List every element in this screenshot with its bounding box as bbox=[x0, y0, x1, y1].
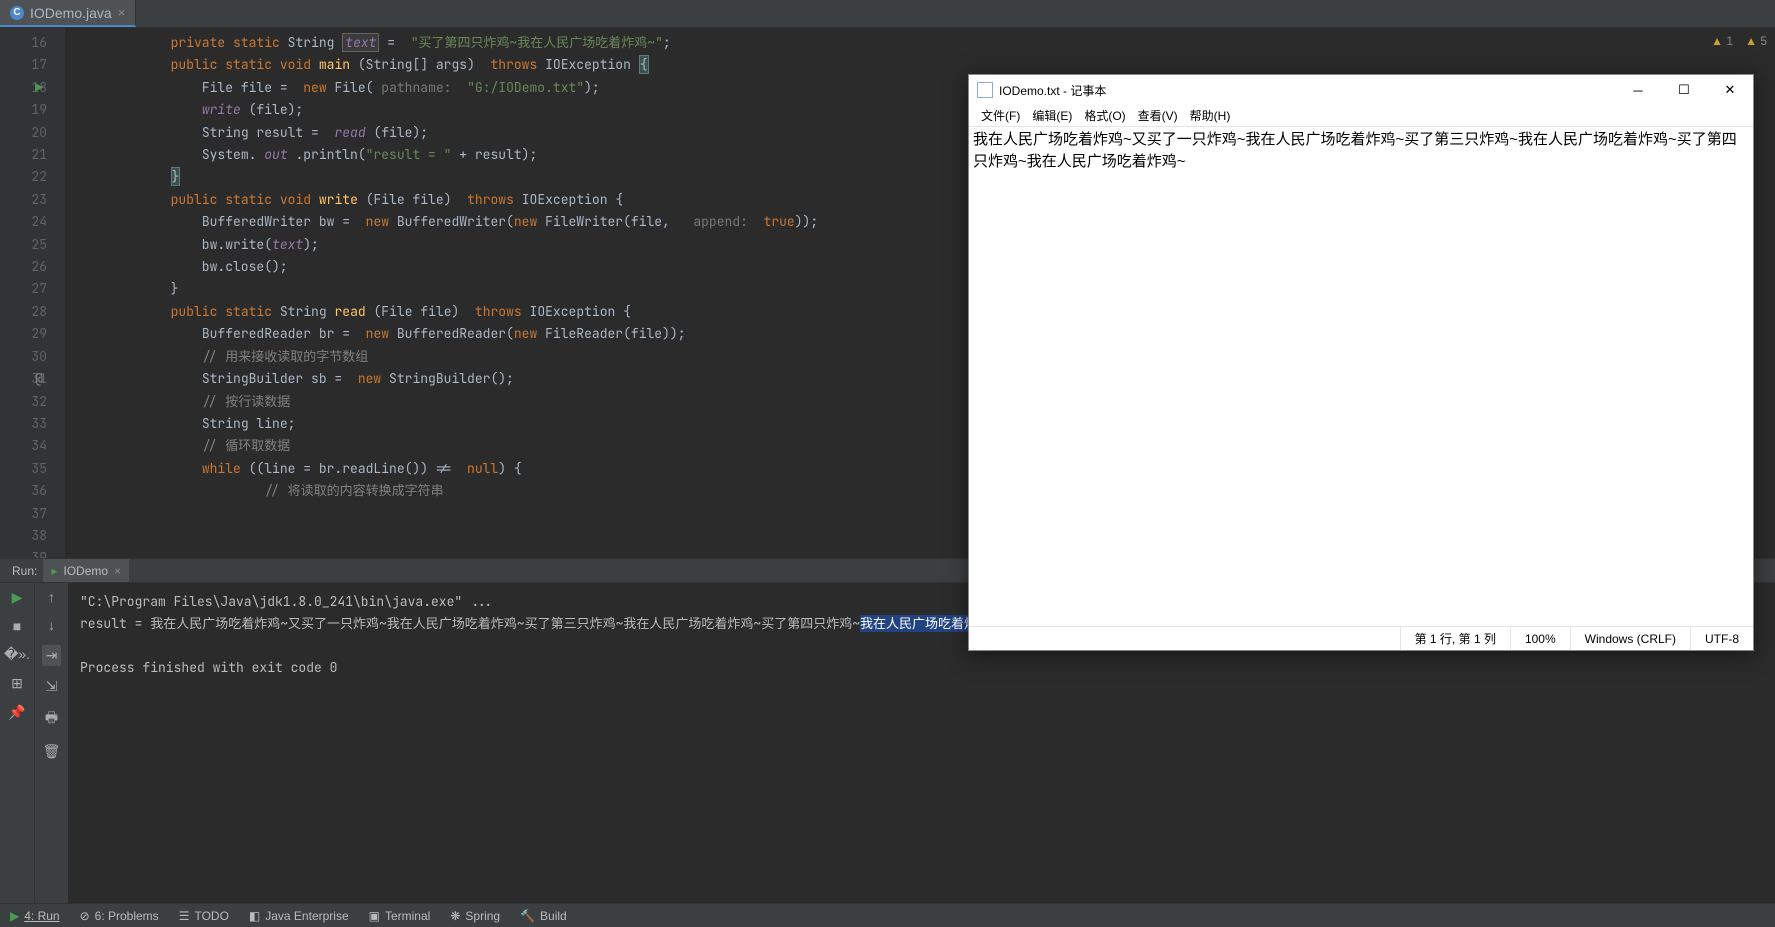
maximize-button[interactable]: ☐ bbox=[1661, 75, 1707, 105]
run-config-name: IODemo bbox=[63, 564, 108, 578]
print-icon[interactable]: 🖶 bbox=[45, 707, 58, 731]
weak-warning-icon: ▲ 5 bbox=[1745, 34, 1767, 48]
notepad-app-icon bbox=[977, 82, 993, 98]
run-label: Run: bbox=[6, 564, 43, 578]
menu-file[interactable]: 文件(F) bbox=[977, 107, 1024, 124]
stop-icon[interactable]: ■ bbox=[13, 618, 21, 634]
notepad-menu-bar: 文件(F) 编辑(E) 格式(O) 查看(V) 帮助(H) bbox=[969, 105, 1753, 127]
status-position: 第 1 行, 第 1 列 bbox=[1400, 627, 1510, 650]
down-icon[interactable]: ↓ bbox=[48, 617, 55, 633]
status-eol: Windows (CRLF) bbox=[1570, 627, 1690, 650]
layout-icon[interactable]: ⊞ bbox=[11, 675, 23, 692]
line-gutter: 161718 ▶19202122232425262728293031 @3233… bbox=[0, 28, 65, 558]
notepad-title-bar[interactable]: IODemo.txt - 记事本 ─ ☐ ✕ bbox=[969, 75, 1753, 105]
status-encoding: UTF-8 bbox=[1690, 627, 1753, 650]
close-icon[interactable]: × bbox=[118, 5, 126, 20]
notepad-status-bar: 第 1 行, 第 1 列 100% Windows (CRLF) UTF-8 bbox=[969, 626, 1753, 650]
close-icon[interactable]: × bbox=[114, 564, 121, 578]
tool-terminal[interactable]: ▣Terminal bbox=[359, 909, 441, 923]
tool-java-enterprise[interactable]: ◧Java Enterprise bbox=[239, 909, 359, 923]
up-icon[interactable]: ↑ bbox=[48, 589, 55, 605]
bottom-tool-bar: ▶4: Run ⊘6: Problems ☰TODO ◧Java Enterpr… bbox=[0, 903, 1775, 927]
inspection-summary[interactable]: ▲ 1 ▲ 5 bbox=[1711, 34, 1767, 48]
run-toolbar-left: ▶ ■ �». ⊞ 📌 bbox=[0, 583, 34, 903]
run-toolbar-console: ↑ ↓ ⇥ ⇲ 🖶 🗑 bbox=[34, 583, 68, 903]
run-config-tab[interactable]: ▸ IODemo × bbox=[43, 559, 129, 582]
minimize-button[interactable]: ─ bbox=[1615, 75, 1661, 105]
menu-help[interactable]: 帮助(H) bbox=[1186, 107, 1235, 124]
tool-todo[interactable]: ☰TODO bbox=[169, 909, 239, 923]
scroll-icon[interactable]: ⇲ bbox=[46, 678, 58, 695]
tab-filename: IODemo.java bbox=[30, 5, 112, 21]
tool-problems[interactable]: ⊘6: Problems bbox=[70, 909, 169, 923]
status-zoom: 100% bbox=[1510, 627, 1570, 650]
editor-tabs: C IODemo.java × bbox=[0, 0, 1775, 28]
warning-icon: ▲ 1 bbox=[1711, 34, 1733, 48]
wrap-icon[interactable]: ⇥ bbox=[42, 645, 62, 666]
menu-format[interactable]: 格式(O) bbox=[1080, 107, 1129, 124]
notepad-window: IODemo.txt - 记事本 ─ ☐ ✕ 文件(F) 编辑(E) 格式(O)… bbox=[968, 74, 1754, 651]
rerun-icon[interactable]: ▶ bbox=[12, 589, 23, 606]
close-button[interactable]: ✕ bbox=[1707, 75, 1753, 105]
tool-run[interactable]: ▶4: Run bbox=[0, 909, 70, 923]
menu-view[interactable]: 查看(V) bbox=[1134, 107, 1182, 124]
trash-icon[interactable]: 🗑 bbox=[43, 743, 61, 760]
tool-build[interactable]: 🔨Build bbox=[510, 909, 577, 923]
menu-edit[interactable]: 编辑(E) bbox=[1028, 107, 1076, 124]
notepad-text-area[interactable]: 我在人民广场吃着炸鸡~又买了一只炸鸡~我在人民广场吃着炸鸡~买了第三只炸鸡~我在… bbox=[969, 127, 1753, 626]
java-class-icon: C bbox=[10, 6, 24, 20]
tool-spring[interactable]: ❋Spring bbox=[440, 909, 510, 923]
notepad-title: IODemo.txt - 记事本 bbox=[999, 82, 1106, 99]
tab-iodemo[interactable]: C IODemo.java × bbox=[0, 0, 136, 27]
pin-icon[interactable]: 📌 bbox=[8, 704, 25, 721]
debug-icon[interactable]: �». bbox=[4, 646, 30, 663]
run-config-icon: ▸ bbox=[51, 564, 57, 578]
